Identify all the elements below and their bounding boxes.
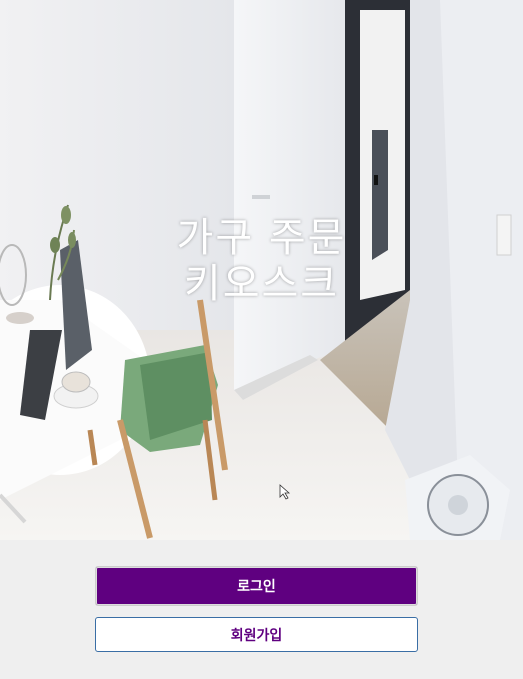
- page-title: 가구 주문 키오스크: [0, 215, 523, 307]
- title-line-1: 가구 주문: [176, 215, 347, 261]
- title-line-2: 키오스크: [183, 261, 340, 307]
- kiosk-screen: 가구 주문 키오스크 로그인 회원가입: [0, 0, 523, 679]
- signup-button[interactable]: 회원가입: [95, 617, 418, 652]
- action-panel: 로그인 회원가입: [0, 540, 523, 679]
- hero-image: 가구 주문 키오스크: [0, 0, 523, 540]
- login-button[interactable]: 로그인: [95, 566, 418, 606]
